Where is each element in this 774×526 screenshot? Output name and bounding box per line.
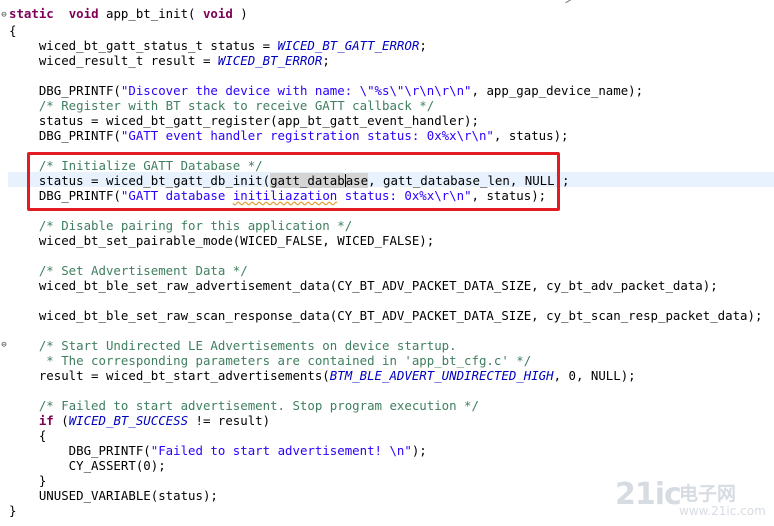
code-token: WICED_BT_SUCCESS: [68, 413, 189, 428]
fold-collapse-icon[interactable]: ⊖: [0, 11, 8, 20]
code-token: /* Disable pairing for this application …: [9, 218, 353, 233]
code-token: ;: [419, 38, 427, 53]
annotation-highlight-box: [27, 152, 560, 211]
code-token: UNUSED_VARIABLE(status);: [9, 488, 218, 503]
code-token: (: [53, 413, 69, 428]
code-line[interactable]: wiced_bt_gatt_status_t status = WICED_BT…: [9, 38, 427, 53]
code-token: }: [9, 473, 47, 488]
code-token: void: [202, 6, 233, 21]
code-line[interactable]: CY_ASSERT(0);: [9, 458, 166, 473]
code-token: /* Register with BT stack to receive GAT…: [9, 98, 435, 113]
code-token: wiced_result_t result =: [9, 53, 218, 68]
code-line[interactable]: * The corresponding parameters are conta…: [9, 353, 531, 368]
code-line[interactable]: wiced_bt_ble_set_raw_advertisement_data(…: [9, 278, 718, 293]
code-line[interactable]: /* Failed to start advertisement. Stop p…: [9, 398, 479, 413]
code-line[interactable]: static void app_bt_init( void ): [9, 6, 248, 21]
code-token: DBG_PRINTF(: [9, 443, 151, 458]
code-line[interactable]: DBG_PRINTF("Discover the device with nam…: [9, 83, 643, 98]
code-line[interactable]: {: [9, 428, 46, 443]
code-line[interactable]: DBG_PRINTF("GATT event handler registrat…: [9, 128, 569, 143]
code-line[interactable]: {: [9, 23, 16, 38]
code-line[interactable]: wiced_bt_set_pairable_mode(WICED_FALSE, …: [9, 233, 434, 248]
code-token: static: [9, 6, 54, 21]
code-token: "Discover the device with name: \"%s\"\r…: [120, 83, 472, 98]
code-token: status = wiced_bt_gatt_register(app_bt_g…: [9, 113, 479, 128]
code-token: DBG_PRINTF(: [9, 128, 121, 143]
code-line[interactable]: }: [9, 473, 46, 488]
code-token: WICED_BT_GATT_ERROR: [277, 38, 420, 53]
watermark-sub: 电子网: [679, 483, 737, 505]
code-token: /* Set Advertisement Data */: [9, 263, 248, 278]
code-line[interactable]: wiced_bt_ble_set_raw_scan_response_data(…: [9, 308, 763, 323]
code-line[interactable]: /* Register with BT stack to receive GAT…: [9, 98, 434, 113]
code-line[interactable]: wiced_result_t result = WICED_BT_ERROR;: [9, 53, 330, 68]
code-token: /* Failed to start advertisement. Stop p…: [9, 398, 479, 413]
watermark-main: 21ic: [615, 477, 682, 512]
fold-collapse-icon[interactable]: ⊖: [0, 341, 8, 350]
code-token: }: [9, 503, 17, 518]
code-line[interactable]: /* Disable pairing for this application …: [9, 218, 352, 233]
code-token: , 0, NULL);: [553, 368, 636, 383]
code-line[interactable]: }: [9, 503, 16, 518]
code-token: {: [9, 23, 17, 38]
code-token: "GATT event handler registration status:…: [120, 128, 494, 143]
code-token: , status);: [493, 128, 569, 143]
code-token: "Failed to start advertisement! \n": [150, 443, 412, 458]
code-token: wiced_bt_ble_set_raw_scan_response_data(…: [9, 308, 763, 323]
code-token: CY_ASSERT(0);: [9, 458, 166, 473]
code-token: BTM_BLE_ADVERT_UNDIRECTED_HIGH: [329, 368, 554, 383]
code-line[interactable]: UNUSED_VARIABLE(status);: [9, 488, 218, 503]
code-token: ): [232, 6, 248, 21]
watermark-logo: 21ic 电子网 www.21ic.com: [615, 477, 770, 523]
code-line[interactable]: DBG_PRINTF("Failed to start advertisemen…: [9, 443, 427, 458]
code-token: if: [9, 413, 54, 428]
code-token: DBG_PRINTF(: [9, 83, 121, 98]
code-line[interactable]: /* Start Undirected LE Advertisements on…: [9, 338, 457, 353]
code-line[interactable]: /* Set Advertisement Data */: [9, 263, 248, 278]
code-token: wiced_bt_ble_set_raw_advertisement_data(…: [9, 278, 718, 293]
code-token: void: [68, 6, 99, 21]
code-editor[interactable]: static void app_bt_init( void ) { wiced_b…: [0, 0, 774, 526]
code-token: app_bt_init(: [98, 6, 203, 21]
code-token: {: [9, 428, 47, 443]
code-token: WICED_BT_ERROR: [217, 53, 323, 68]
code-token: wiced_bt_gatt_status_t status =: [9, 38, 278, 53]
code-line[interactable]: status = wiced_bt_gatt_register(app_bt_g…: [9, 113, 479, 128]
watermark-url: www.21ic.com: [679, 504, 766, 518]
code-token: wiced_bt_set_pairable_mode(WICED_FALSE, …: [9, 233, 435, 248]
code-token: * The corresponding parameters are conta…: [9, 353, 532, 368]
code-token: /* Start Undirected LE Advertisements on…: [9, 338, 457, 353]
code-line[interactable]: result = wiced_bt_start_advertisements(B…: [9, 368, 636, 383]
code-token: , app_gap_device_name);: [471, 83, 644, 98]
code-token: ;: [322, 53, 330, 68]
code-token: );: [411, 443, 427, 458]
code-token: != result): [188, 413, 271, 428]
code-line[interactable]: if (WICED_BT_SUCCESS != result): [9, 413, 270, 428]
scroll-edge-mark: [565, 0, 575, 7]
code-token: result = wiced_bt_start_advertisements(: [9, 368, 330, 383]
